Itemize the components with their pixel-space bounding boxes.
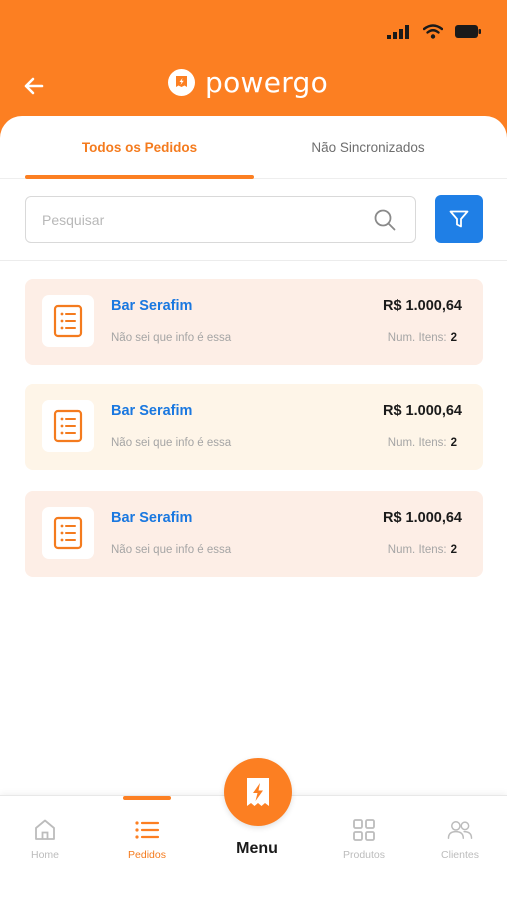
items-label: Num. Itens: — [387, 437, 447, 449]
order-price: R$ 1.000,64 — [382, 403, 462, 419]
filter-icon — [449, 210, 469, 228]
document-list-icon — [53, 516, 83, 550]
list-icon — [135, 821, 160, 839]
nav-label-home: Home — [30, 849, 59, 861]
nav-item-clientes[interactable]: Clientes — [428, 796, 492, 900]
status-bar — [387, 24, 481, 39]
search-icon[interactable] — [373, 208, 397, 232]
back-button[interactable] — [20, 72, 48, 100]
battery-icon — [455, 25, 481, 38]
order-customer-name: Bar Serafim — [111, 298, 193, 314]
document-list-icon — [53, 409, 83, 443]
nav-item-pedidos[interactable]: Pedidos — [118, 796, 176, 900]
receipt-bolt-icon — [247, 778, 269, 806]
search-input[interactable] — [42, 197, 362, 242]
order-price: R$ 1.000,64 — [382, 298, 462, 314]
order-subtitle: Não sei que info é essa — [111, 332, 232, 344]
order-customer-name: Bar Serafim — [111, 510, 193, 526]
signal-icon — [387, 24, 409, 39]
order-items-count: Num. Itens: 2 — [388, 437, 457, 449]
app-logo: powergo — [167, 66, 328, 99]
order-card[interactable]: Bar Serafim Não sei que info é essa R$ 1… — [25, 279, 483, 365]
divider — [0, 260, 507, 261]
menu-label[interactable]: Menu — [207, 840, 307, 858]
wifi-icon — [423, 24, 443, 39]
order-card[interactable]: Bar Serafim Não sei que info é essa R$ 1… — [25, 491, 483, 577]
arrow-left-icon — [24, 77, 44, 95]
order-price: R$ 1.000,64 — [382, 510, 462, 526]
menu-button[interactable] — [224, 758, 292, 826]
nav-label-produtos: Produtos — [342, 849, 386, 861]
order-icon-box — [42, 400, 94, 452]
nav-label-clientes: Clientes — [441, 849, 479, 861]
grid-icon — [353, 819, 375, 841]
items-label: Num. Itens: — [387, 332, 447, 344]
items-count-value: 2 — [450, 332, 457, 344]
active-tab-indicator — [25, 175, 254, 179]
items-count-value: 2 — [450, 544, 457, 556]
nav-item-home[interactable]: Home — [20, 796, 70, 900]
tab-bar: Todos os Pedidos Não Sincronizados — [0, 116, 507, 179]
powergo-logo-icon — [168, 69, 195, 96]
items-label: Num. Itens: — [387, 544, 447, 556]
order-icon-box — [42, 507, 94, 559]
nav-label-pedidos: Pedidos — [128, 849, 166, 861]
app-name: powergo — [205, 66, 329, 99]
order-subtitle: Não sei que info é essa — [111, 544, 232, 556]
order-card[interactable]: Bar Serafim Não sei que info é essa R$ 1… — [25, 384, 483, 470]
order-customer-name: Bar Serafim — [111, 403, 193, 419]
order-items-count: Num. Itens: 2 — [388, 332, 457, 344]
users-icon — [447, 821, 473, 839]
search-box — [25, 196, 416, 243]
items-count-value: 2 — [450, 437, 457, 449]
document-list-icon — [53, 304, 83, 338]
order-subtitle: Não sei que info é essa — [111, 437, 232, 449]
tab-nao-sincronizados[interactable]: Não Sincronizados — [254, 116, 482, 179]
nav-item-produtos[interactable]: Produtos — [332, 796, 396, 900]
tab-todos-os-pedidos[interactable]: Todos os Pedidos — [25, 116, 254, 179]
home-icon — [35, 819, 55, 840]
order-items-count: Num. Itens: 2 — [388, 544, 457, 556]
order-icon-box — [42, 295, 94, 347]
filter-button[interactable] — [435, 195, 483, 243]
